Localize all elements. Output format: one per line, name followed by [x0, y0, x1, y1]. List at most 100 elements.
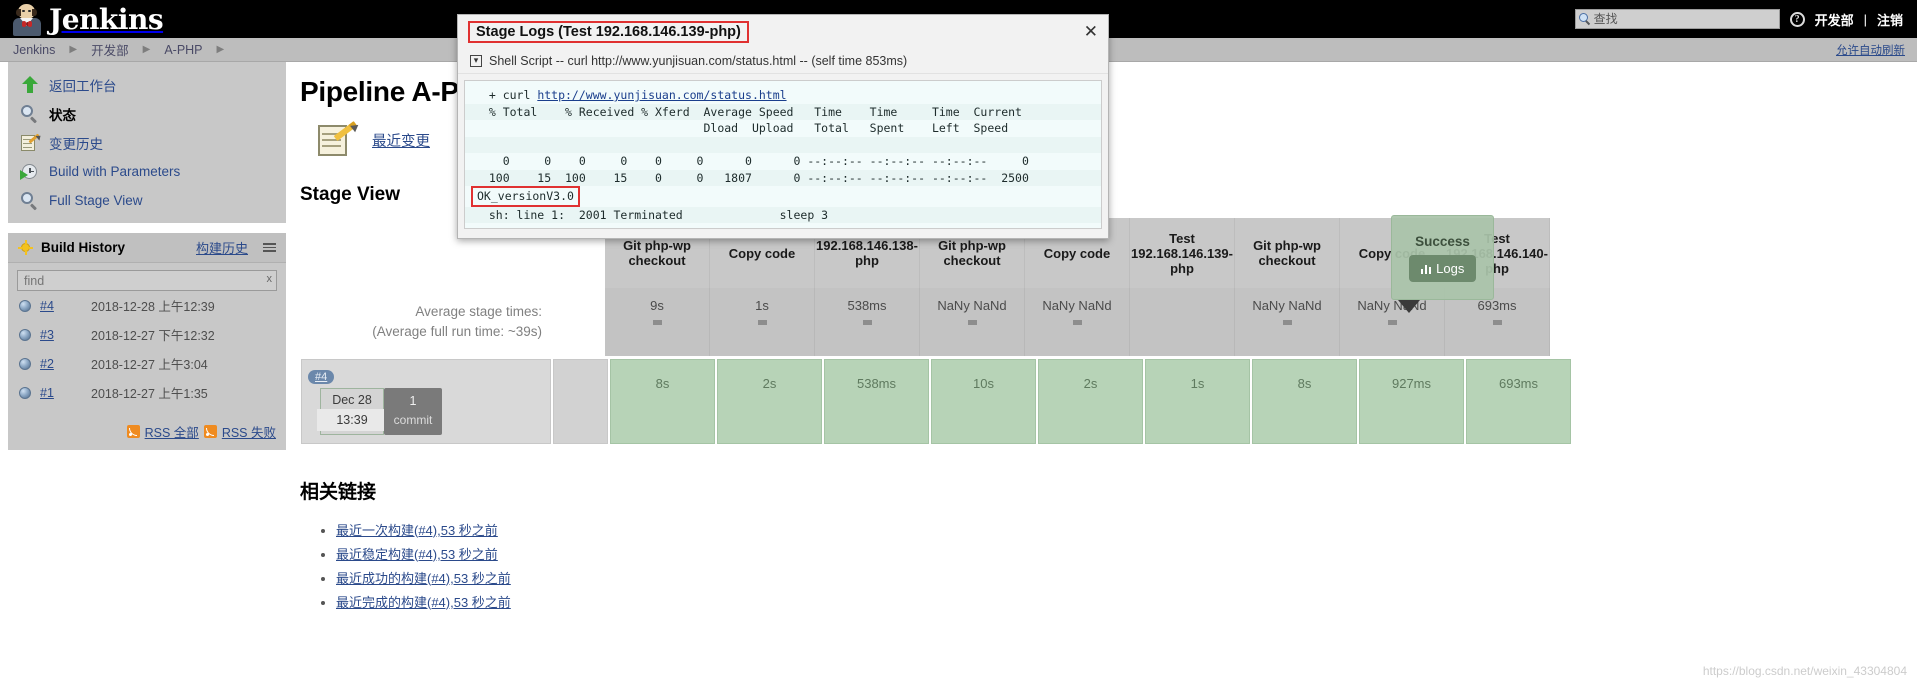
average-time-value: 1s: [755, 298, 769, 313]
related-link[interactable]: 最近成功的构建(#4),53 秒之前: [336, 571, 511, 586]
average-time-cell: 1s: [710, 288, 815, 356]
related-link[interactable]: 最近一次构建(#4),53 秒之前: [336, 523, 498, 538]
recent-changes-link[interactable]: 最近变更: [372, 130, 430, 151]
related-link[interactable]: 最近完成的构建(#4),53 秒之前: [336, 595, 511, 610]
chevron-right-icon: ▶: [69, 44, 78, 55]
header-right-group: ? 开发部 | 注销: [1574, 9, 1917, 29]
average-times-label: Average stage times: (Average full run t…: [300, 288, 550, 356]
stage-cell[interactable]: 2s: [717, 359, 822, 444]
average-time-cell: NaNy NaNd: [1235, 288, 1340, 356]
stage-cell[interactable]: 693ms: [1466, 359, 1571, 444]
search-box[interactable]: [1574, 9, 1780, 29]
related-links-list: 最近一次构建(#4),53 秒之前 最近稳定构建(#4),53 秒之前 最近成功…: [300, 520, 1917, 611]
build-history-row[interactable]: #4 2018-12-28 上午12:39: [17, 291, 277, 320]
logout-link[interactable]: 注销: [1877, 10, 1903, 29]
dialog-step-text: Shell Script -- curl http://www.yunjisua…: [489, 53, 908, 68]
build-history-row[interactable]: #3 2018-12-27 下午12:32: [17, 320, 277, 349]
sidebar-item-changes[interactable]: 变更历史: [8, 128, 286, 157]
list-item: 最近一次构建(#4),53 秒之前: [336, 520, 1917, 539]
average-time-value: NaNy NaNd: [1042, 298, 1112, 313]
build-number-link[interactable]: #1: [40, 386, 82, 400]
related-links-title: 相关链接: [300, 482, 377, 503]
stage-header-cell: Git php-wp checkout: [1235, 218, 1340, 288]
sidebar-item-label: Build with Parameters: [49, 164, 181, 179]
build-find-wrapper: x: [17, 270, 277, 291]
stage-success-popup: Success Logs: [1391, 215, 1494, 300]
build-find-input[interactable]: [17, 270, 277, 291]
log-line-text: + curl: [475, 88, 538, 102]
average-time-cell: 538ms: [815, 288, 920, 356]
sidebar-item-label: 变更历史: [49, 136, 103, 152]
related-links-section: 相关链接 最近一次构建(#4),53 秒之前 最近稳定构建(#4),53 秒之前…: [300, 477, 1917, 611]
popup-pointer: [1398, 300, 1420, 313]
build-status-ball-icon: [19, 299, 31, 312]
gear-icon: [18, 240, 33, 255]
close-icon[interactable]: ✕: [1084, 22, 1098, 42]
sidebar-item-status[interactable]: 状态: [8, 99, 286, 128]
run-date: Dec 28: [332, 393, 372, 407]
sidebar-item-back-to-dashboard[interactable]: 返回工作台: [8, 70, 286, 99]
dialog-step-header[interactable]: ▾ Shell Script -- curl http://www.yunjis…: [458, 48, 1108, 74]
build-history-row[interactable]: #1 2018-12-27 上午1:35: [17, 378, 277, 407]
sidebar-item-full-stage-view[interactable]: Full Stage View: [8, 186, 286, 215]
build-date: 2018-12-28 上午12:39: [91, 300, 215, 314]
search-input[interactable]: [1591, 11, 1772, 27]
menu-icon[interactable]: [263, 243, 276, 252]
curl-url-link[interactable]: http://www.yunjisuan.com/status.html: [537, 88, 786, 102]
stage-cell[interactable]: 538ms: [824, 359, 929, 444]
rss-all-link[interactable]: RSS 全部: [145, 422, 199, 441]
clear-icon[interactable]: x: [267, 273, 273, 285]
notepad-pencil-icon: [20, 132, 43, 153]
stage-cell[interactable]: 8s: [610, 359, 715, 444]
run-spacer: [553, 359, 608, 444]
stage-logs-button[interactable]: Logs: [1408, 254, 1477, 282]
build-number-link[interactable]: #2: [40, 357, 82, 371]
breadcrumb-item-jenkins[interactable]: Jenkins: [13, 43, 55, 57]
rss-icon: [126, 425, 140, 438]
magnifier-icon: [20, 104, 40, 124]
build-history-body: x #4 2018-12-28 上午12:39 #3 2018-12-27 下午…: [8, 263, 286, 416]
user-menu-link[interactable]: 开发部: [1815, 10, 1854, 29]
dialog-title-highlight: Stage Logs (Test 192.168.146.139-php): [468, 20, 749, 43]
jenkins-logo-text: Jenkins: [49, 2, 164, 36]
rss-failed-link[interactable]: RSS 失败: [222, 422, 276, 441]
build-history-widget: Build History 构建历史 x #4 2018-12-28 上午12:…: [8, 233, 286, 450]
build-history-link[interactable]: 构建历史: [196, 238, 248, 257]
average-spacer: [550, 288, 605, 356]
log-line: + curl http://www.yunjisuan.com/status.h…: [465, 87, 1101, 104]
related-link[interactable]: 最近稳定构建(#4),53 秒之前: [336, 547, 498, 562]
sidebar-item-build-with-parameters[interactable]: Build with Parameters: [8, 157, 286, 186]
jenkins-logo-link[interactable]: Jenkins: [0, 2, 164, 36]
breadcrumb-item-dept[interactable]: 开发部: [91, 40, 129, 59]
build-number-link[interactable]: #4: [40, 299, 82, 313]
average-time-value: NaNy NaNd: [1252, 298, 1322, 313]
build-date: 2018-12-27 上午1:35: [91, 387, 208, 401]
search-icon: [1578, 12, 1592, 26]
sidebar-item-label: Full Stage View: [49, 193, 143, 208]
build-status-ball-icon: [19, 328, 31, 341]
magnifier-icon: [20, 191, 40, 211]
changes-notepad-icon: [318, 121, 361, 158]
breadcrumb-item-job[interactable]: A-PHP: [164, 43, 202, 57]
watermark-text: https://blog.csdn.net/weixin_43304804: [1702, 664, 1907, 678]
help-icon[interactable]: ?: [1789, 11, 1805, 27]
stage-cell[interactable]: 1s: [1145, 359, 1250, 444]
stage-cell[interactable]: 8s: [1252, 359, 1357, 444]
run-commit-count-box[interactable]: 1 commit: [384, 388, 442, 435]
build-history-row[interactable]: #2 2018-12-27 上午3:04: [17, 349, 277, 378]
stage-header-cell: Test 192.168.146.139-php: [1130, 218, 1235, 288]
enable-auto-refresh-link[interactable]: 允许自动刷新: [1836, 42, 1917, 58]
stage-cell[interactable]: 10s: [931, 359, 1036, 444]
rss-links-row: RSS 全部 RSS 失败: [8, 416, 286, 450]
build-number-link[interactable]: #3: [40, 328, 82, 342]
average-time-value: NaNy NaNd: [937, 298, 1007, 313]
chevron-right-icon: ▶: [142, 44, 151, 55]
header-separator: |: [1863, 11, 1867, 27]
stage-cell[interactable]: 927ms: [1359, 359, 1464, 444]
log-output-area[interactable]: + curl http://www.yunjisuan.com/status.h…: [464, 80, 1102, 229]
run-number-badge[interactable]: #4: [308, 370, 335, 384]
stage-cell[interactable]: 2s: [1038, 359, 1143, 444]
expand-square-icon[interactable]: ▾: [470, 54, 482, 67]
run-datetime: Dec 28 13:39: [317, 388, 387, 435]
build-status-ball-icon: [19, 357, 31, 370]
